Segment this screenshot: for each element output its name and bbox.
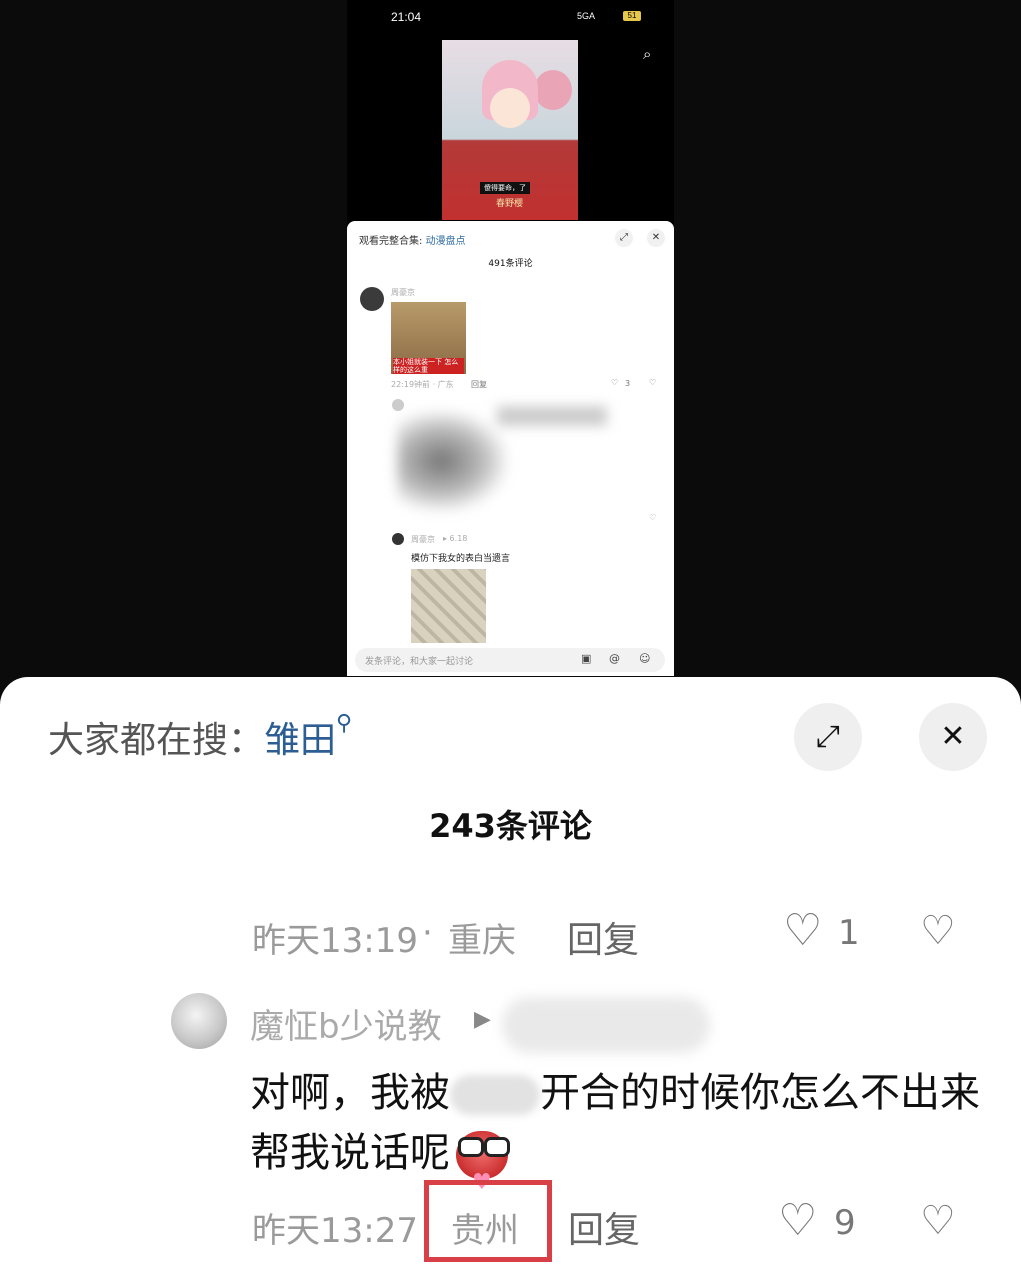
avatar[interactable] — [392, 533, 404, 545]
reply-button[interactable]: 回复 — [471, 379, 487, 390]
mini-comment-user[interactable]: 周豪京 — [391, 287, 415, 298]
broken-heart-icon[interactable]: ♡ — [649, 378, 656, 387]
mini-comment-count: 491条评论 — [488, 259, 533, 269]
comment-image[interactable] — [411, 569, 486, 643]
search-icon[interactable]: ⌕ — [643, 45, 651, 63]
heart-eyes-emoji-icon: ♥ — [450, 1127, 514, 1195]
comment-location: 贵州 — [451, 1211, 519, 1251]
mini-collection-header[interactable]: 观看完整合集: 动漫盘点 — [359, 232, 466, 247]
location-highlight: 贵州 — [424, 1180, 552, 1262]
trending-search-prefix: 大家都在搜： — [48, 720, 265, 761]
cover-art-face — [490, 88, 530, 128]
mini-reply-user[interactable]: 周豪京 — [411, 534, 435, 545]
comment-count: 243条评论 — [429, 807, 592, 845]
comment-image[interactable]: 本小姐就装一下 怎么样的这么重 — [391, 302, 466, 374]
heart-icon[interactable]: ♡ — [611, 378, 618, 387]
cover-art-eye — [534, 70, 572, 110]
mini-comment-sheet: 观看完整合集: 动漫盘点 ⤢ ✕ 491条评论 周豪京 本小姐就装一下 怎么样的… — [347, 221, 674, 676]
at-icon[interactable]: @ — [609, 652, 620, 665]
meta-separator: · — [422, 913, 433, 953]
expand-icon[interactable]: ⤢ — [615, 229, 633, 247]
expand-icon[interactable]: ⤢ — [794, 703, 862, 771]
emoji-icon[interactable]: ☺ — [639, 652, 650, 665]
heart-icon[interactable]: ♡ — [783, 909, 822, 953]
broken-heart-icon[interactable]: ♡ — [649, 513, 656, 522]
battery-icon: 51 — [623, 11, 641, 21]
mini-comment-meta: 22:19钟前 · 广东 — [391, 380, 454, 389]
close-icon[interactable]: ✕ — [919, 703, 987, 771]
comment-time: 昨天13:27 — [252, 1211, 418, 1251]
blurred-content — [397, 411, 507, 511]
cover-subtitle: 傻得要命，了 — [480, 182, 530, 194]
image-icon[interactable]: ▣ — [581, 652, 591, 665]
comment-image-caption: 本小姐就装一下 怎么样的这么重 — [393, 358, 464, 374]
status-time: 21:04 — [391, 10, 422, 24]
comment-location: 重庆 — [448, 921, 516, 961]
comment-text-part1: 对啊，我被 — [250, 1070, 450, 1116]
comment-username[interactable]: 魔怔b少说教 — [250, 999, 442, 1048]
reply-button[interactable]: 回复 — [567, 911, 639, 963]
mini-reply-tag: ▸ 6.18 — [443, 534, 468, 543]
status-network: 5GA — [577, 11, 596, 21]
reply-button[interactable]: 回复 — [568, 1201, 640, 1253]
blurred-content — [497, 406, 607, 426]
like-count: 9 — [834, 1203, 856, 1243]
broken-heart-icon[interactable]: ♡ — [920, 909, 956, 953]
close-icon[interactable]: ✕ — [647, 229, 665, 247]
avatar[interactable] — [392, 399, 404, 411]
like-count: 3 — [625, 379, 631, 388]
avatar[interactable] — [171, 993, 227, 1049]
comment-input[interactable]: 发条评论，和大家一起讨论 ▣ @ ☺ — [355, 648, 665, 672]
mini-collection-keyword[interactable]: 动漫盘点 — [426, 236, 466, 247]
status-bar: 21:04 5GA 51 — [347, 0, 674, 34]
cover-subtitle-name: 春野樱 — [496, 199, 524, 209]
search-icon[interactable]: ⚲ — [336, 711, 352, 736]
heart-icon[interactable]: ♡ — [778, 1199, 817, 1243]
mini-collection-prefix: 观看完整合集: — [359, 236, 423, 247]
comment-input-placeholder: 发条评论，和大家一起讨论 — [365, 657, 474, 667]
reply-arrow-icon: ▶ — [474, 1007, 491, 1032]
blurred-username — [502, 997, 710, 1053]
trending-search[interactable]: 大家都在搜：雏田⚲ — [48, 711, 352, 763]
comment-text: 对啊，我被 开合的时候你怎么不出来帮我说话呢 ♥ — [250, 1063, 980, 1195]
video-cover[interactable]: 傻得要命，了 春野樱 — [442, 40, 578, 220]
blurred-word — [450, 1075, 540, 1115]
comment-sheet: 大家都在搜：雏田⚲ ⤢ ✕ 243条评论 昨天13:19 · 重庆 回复 ♡ 1… — [0, 677, 1021, 1280]
trending-search-keyword[interactable]: 雏田 — [264, 720, 336, 761]
embedded-screenshot: 21:04 5GA 51 傻得要命，了 春野樱 ⌕ 观看完整合集: 动漫盘点 ⤢… — [347, 0, 674, 676]
like-count: 1 — [838, 913, 860, 953]
avatar[interactable] — [360, 287, 384, 311]
broken-heart-icon[interactable]: ♡ — [920, 1199, 956, 1243]
comment-time: 昨天13:19 — [252, 921, 418, 961]
mini-reply-text: 模仿下我女的表白当遗言 — [411, 554, 511, 564]
